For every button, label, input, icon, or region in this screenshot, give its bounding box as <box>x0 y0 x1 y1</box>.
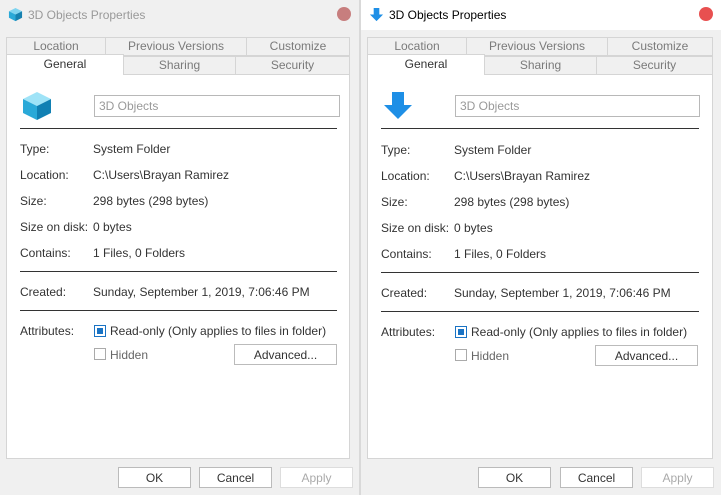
size-label: Size: <box>381 195 408 209</box>
tab-customize[interactable]: Customize <box>607 37 713 56</box>
properties-window-left: 3D Objects Properties Location Previous … <box>0 0 359 495</box>
contains-value: 1 Files, 0 Folders <box>454 247 547 261</box>
cube-icon <box>8 7 23 22</box>
divider <box>381 128 699 129</box>
contains-value: 1 Files, 0 Folders <box>93 246 186 260</box>
size-on-disk-label: Size on disk: <box>20 220 89 234</box>
hidden-label[interactable]: Hidden <box>471 349 509 363</box>
tab-sharing[interactable]: Sharing <box>123 56 236 75</box>
tab-previous-versions[interactable]: Previous Versions <box>105 37 247 56</box>
size-label: Size: <box>20 194 47 208</box>
tab-strip: Location Previous Versions Customize Gen… <box>6 37 350 75</box>
created-label: Created: <box>381 286 428 300</box>
tab-general[interactable]: General <box>367 54 485 75</box>
cancel-button[interactable]: Cancel <box>560 467 633 488</box>
title-bar[interactable]: 3D Objects Properties <box>361 0 721 30</box>
readonly-label[interactable]: Read-only (Only applies to files in fold… <box>110 324 326 338</box>
tab-security[interactable]: Security <box>235 56 350 75</box>
location-label: Location: <box>381 169 430 183</box>
created-label: Created: <box>20 285 67 299</box>
contains-label: Contains: <box>20 246 71 260</box>
properties-window-right: 3D Objects Properties Location Previous … <box>361 0 721 495</box>
tab-previous-versions[interactable]: Previous Versions <box>466 37 608 56</box>
general-panel: Type: System Folder Location: C:\Users\B… <box>6 74 350 459</box>
cube-icon <box>23 92 51 120</box>
size-on-disk-value: 0 bytes <box>93 220 132 234</box>
advanced-button[interactable]: Advanced... <box>595 345 698 366</box>
ok-button[interactable]: OK <box>478 467 551 488</box>
hidden-checkbox[interactable] <box>94 348 106 360</box>
size-on-disk-label: Size on disk: <box>381 221 450 235</box>
type-value: System Folder <box>93 142 171 156</box>
general-panel: Type: System Folder Location: C:\Users\B… <box>367 74 713 459</box>
tab-security[interactable]: Security <box>596 56 713 75</box>
folder-name-input[interactable] <box>455 95 700 117</box>
created-value: Sunday, September 1, 2019, 7:06:46 PM <box>93 285 310 299</box>
tab-strip: Location Previous Versions Customize Gen… <box>367 37 713 75</box>
folder-name-input[interactable] <box>94 95 340 117</box>
window-title: 3D Objects Properties <box>28 8 146 22</box>
advanced-button[interactable]: Advanced... <box>234 344 337 365</box>
readonly-checkbox[interactable] <box>94 325 106 337</box>
location-value: C:\Users\Brayan Ramirez <box>93 168 230 182</box>
attributes-label: Attributes: <box>381 325 436 339</box>
title-bar[interactable]: 3D Objects Properties <box>0 0 359 30</box>
hidden-checkbox[interactable] <box>455 349 467 361</box>
created-value: Sunday, September 1, 2019, 7:06:46 PM <box>454 286 671 300</box>
divider <box>381 311 699 312</box>
readonly-checkbox[interactable] <box>455 326 467 338</box>
arrow-down-icon <box>369 7 384 22</box>
type-label: Type: <box>381 143 411 157</box>
tab-customize[interactable]: Customize <box>246 37 350 56</box>
type-value: System Folder <box>454 143 532 157</box>
divider <box>381 272 699 273</box>
apply-button[interactable]: Apply <box>280 467 353 488</box>
apply-button[interactable]: Apply <box>641 467 714 488</box>
size-value: 298 bytes (298 bytes) <box>93 194 209 208</box>
close-button[interactable] <box>337 7 351 21</box>
attributes-label: Attributes: <box>20 324 75 338</box>
contains-label: Contains: <box>381 247 432 261</box>
divider <box>20 128 337 129</box>
ok-button[interactable]: OK <box>118 467 191 488</box>
hidden-label[interactable]: Hidden <box>110 348 148 362</box>
readonly-label[interactable]: Read-only (Only applies to files in fold… <box>471 325 687 339</box>
divider <box>20 271 337 272</box>
type-label: Type: <box>20 142 50 156</box>
divider <box>20 310 337 311</box>
arrow-down-icon <box>384 92 412 119</box>
cancel-button[interactable]: Cancel <box>199 467 272 488</box>
size-value: 298 bytes (298 bytes) <box>454 195 570 209</box>
location-value: C:\Users\Brayan Ramirez <box>454 169 591 183</box>
size-on-disk-value: 0 bytes <box>454 221 493 235</box>
window-title: 3D Objects Properties <box>389 8 507 22</box>
close-button[interactable] <box>699 7 713 21</box>
location-label: Location: <box>20 168 69 182</box>
tab-sharing[interactable]: Sharing <box>484 56 597 75</box>
tab-general[interactable]: General <box>6 54 124 75</box>
